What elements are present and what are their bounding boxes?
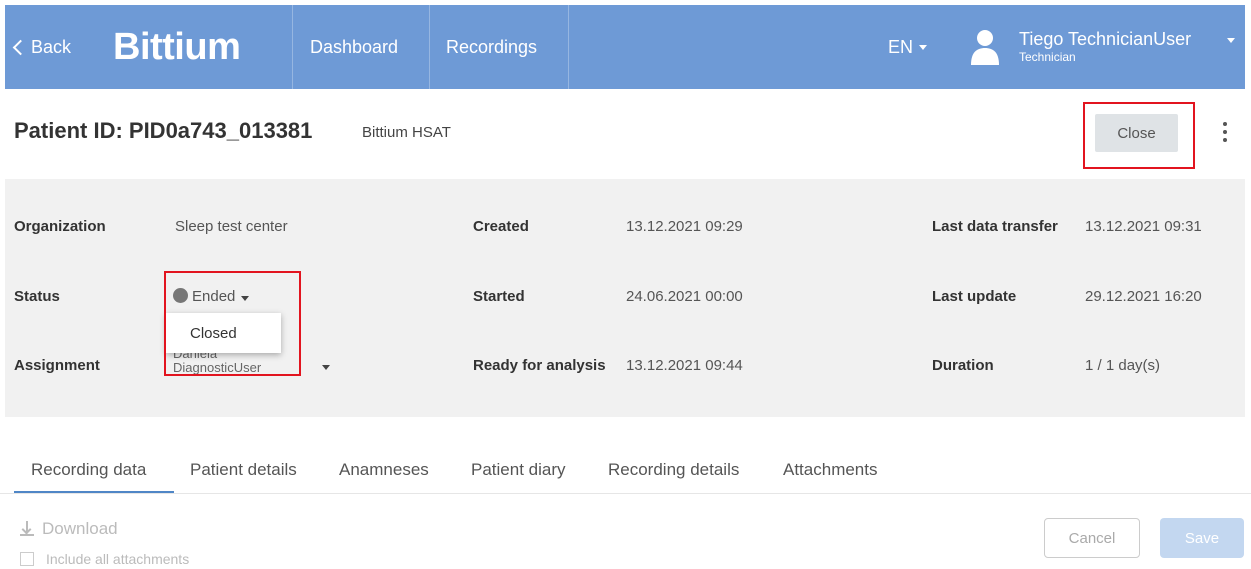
user-menu[interactable]: Tiego TechnicianUser Technician xyxy=(1019,5,1191,89)
cancel-button[interactable]: Cancel xyxy=(1044,518,1140,558)
started-label: Started xyxy=(473,288,525,305)
nav-divider xyxy=(292,5,293,89)
highlight-box xyxy=(164,271,301,376)
tab-anamneses[interactable]: Anamneses xyxy=(339,460,429,480)
user-icon xyxy=(970,5,1000,89)
download-label: Download xyxy=(42,519,118,538)
nav-dashboard-link[interactable]: Dashboard xyxy=(310,5,398,89)
created-value: 13.12.2021 09:29 xyxy=(626,218,743,235)
organization-value: Sleep test center xyxy=(175,218,288,235)
tabs-divider xyxy=(0,493,1251,494)
top-navigation-bar: Back Bittium Dashboard Recordings EN Tie… xyxy=(5,5,1245,89)
include-attachments-checkbox[interactable] xyxy=(20,552,34,566)
nav-divider xyxy=(429,5,430,89)
language-label: EN xyxy=(888,36,914,57)
brand-logo: Bittium xyxy=(113,25,241,68)
assignment-label: Assignment xyxy=(14,357,100,374)
tab-attachments[interactable]: Attachments xyxy=(783,460,878,480)
duration-value: 1 / 1 day(s) xyxy=(1085,357,1161,374)
caret-down-icon[interactable] xyxy=(322,365,330,370)
organization-label: Organization xyxy=(14,218,106,235)
user-name: Tiego TechnicianUser xyxy=(1019,29,1192,49)
language-selector[interactable]: EN xyxy=(888,5,928,89)
last-update-label: Last update xyxy=(932,288,1017,305)
active-tab-indicator xyxy=(14,491,174,493)
back-button[interactable]: Back xyxy=(12,5,72,89)
duration-label: Duration xyxy=(932,357,994,374)
download-button[interactable]: Download xyxy=(20,519,118,539)
status-label: Status xyxy=(14,288,60,305)
highlight-box xyxy=(1083,102,1195,169)
nav-recordings-link[interactable]: Recordings xyxy=(446,5,537,89)
page-title: Patient ID: PID0a743_013381 xyxy=(14,118,313,143)
ready-value: 13.12.2021 09:44 xyxy=(626,357,743,374)
tab-recording-data[interactable]: Recording data xyxy=(31,460,146,480)
caret-down-icon[interactable] xyxy=(1227,38,1235,43)
started-value: 24.06.2021 00:00 xyxy=(626,288,743,305)
caret-down-icon xyxy=(919,44,928,50)
chevron-left-icon xyxy=(12,39,29,55)
download-icon xyxy=(20,521,34,537)
nav-divider xyxy=(568,5,569,89)
include-attachments-label: Include all attachments xyxy=(46,551,190,567)
created-label: Created xyxy=(473,218,529,235)
tab-recording-details[interactable]: Recording details xyxy=(608,460,739,480)
last-transfer-label: Last data transfer xyxy=(932,218,1058,235)
last-update-value: 29.12.2021 16:20 xyxy=(1085,288,1202,305)
device-label: Bittium HSAT xyxy=(362,124,451,141)
user-role: Technician xyxy=(1019,50,1076,64)
last-transfer-value: 13.12.2021 09:31 xyxy=(1085,218,1202,235)
tab-patient-details[interactable]: Patient details xyxy=(190,460,297,480)
ready-label: Ready for analysis xyxy=(473,357,606,374)
save-button[interactable]: Save xyxy=(1160,518,1244,558)
tab-patient-diary[interactable]: Patient diary xyxy=(471,460,566,480)
more-options-icon[interactable] xyxy=(1220,122,1230,146)
include-attachments-option[interactable]: Include all attachments xyxy=(20,551,189,567)
back-label: Back xyxy=(31,36,72,57)
